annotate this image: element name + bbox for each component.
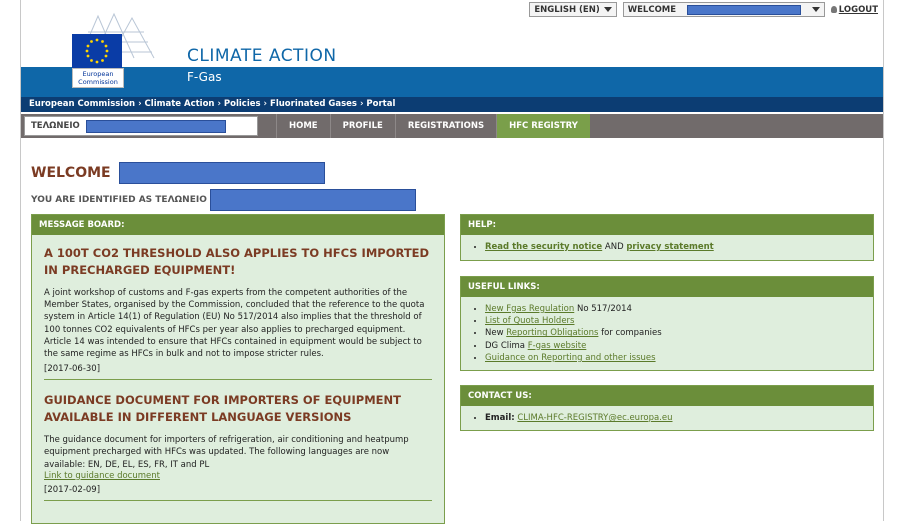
news-title: A 100T CO2 THRESHOLD ALSO APPLIES TO HFC… [44, 246, 430, 277]
reporting-obligations-link[interactable]: Reporting Obligations [506, 328, 598, 338]
user-menu-select[interactable]: WELCOME [622, 2, 825, 17]
chevron-down-icon [603, 7, 612, 12]
breadcrumb-item[interactable]: Climate Action [145, 99, 215, 109]
message-board-title: MESSAGE BOARD: [32, 215, 444, 235]
list-item: Read the security notice AND privacy sta… [485, 241, 861, 253]
eu-flag-icon [72, 34, 122, 68]
ec-logo[interactable]: European Commission [48, 12, 178, 88]
redacted-username [686, 4, 801, 15]
breadcrumb-item[interactable]: European Commission [29, 99, 135, 109]
chevron-down-icon [811, 7, 820, 12]
breadcrumb-item[interactable]: Fluorinated Gases [270, 99, 357, 109]
privacy-statement-link[interactable]: privacy statement [626, 242, 713, 252]
email-label: Email: [485, 413, 515, 423]
logout-link[interactable]: LOGOUT [830, 4, 878, 15]
language-label: ENGLISH (EN) [534, 4, 600, 15]
welcome-heading: WELCOME [31, 162, 325, 184]
message-board: MESSAGE BOARD: A 100T CO2 THRESHOLD ALSO… [31, 214, 445, 524]
contact-email-link[interactable]: CLIMA-HFC-REGISTRY@ec.europa.eu [517, 413, 672, 423]
nav-registrations[interactable]: REGISTRATIONS [394, 114, 496, 138]
site-title: CLIMATE ACTION [187, 46, 337, 66]
user-icon [830, 6, 837, 13]
language-select[interactable]: ENGLISH (EN) [529, 2, 617, 17]
quota-holders-link[interactable]: List of Quota Holders [485, 316, 574, 326]
list-item: New Reporting Obligations for companies [485, 327, 861, 339]
breadcrumb-item[interactable]: Portal [366, 99, 395, 109]
useful-links-panel: USEFUL LINKS: New Fgas Regulation No 517… [460, 276, 874, 371]
user-org-label: ΤΕΛΩΝΕΙΟ [31, 121, 80, 131]
site-subtitle: F-Gas [187, 70, 222, 84]
list-item: Email: CLIMA-HFC-REGISTRY@ec.europa.eu [485, 412, 861, 424]
main-nav: ΤΕΛΩΝΕΙΟ HOME PROFILE REGISTRATIONS HFC … [21, 114, 883, 138]
news-date: [2017-06-30] [44, 364, 432, 381]
redacted-identity [209, 189, 416, 211]
help-panel: HELP: Read the security notice AND priva… [460, 214, 874, 261]
fgas-website-link[interactable]: F-gas website [528, 341, 587, 351]
redacted-org-name [85, 119, 226, 133]
fgas-regulation-link[interactable]: New Fgas Regulation [485, 304, 574, 314]
list-item: New Fgas Regulation No 517/2014 [485, 303, 861, 315]
nav-hfc-registry[interactable]: HFC REGISTRY [496, 114, 590, 138]
useful-links-title: USEFUL LINKS: [461, 277, 873, 297]
utility-bar: ENGLISH (EN) WELCOME LOGOUT [529, 2, 878, 17]
news-text: A joint workshop of customs and F-gas ex… [44, 288, 425, 360]
logo-text: European Commission [72, 68, 124, 88]
security-notice-link[interactable]: Read the security notice [485, 242, 602, 252]
redacted-welcome-name [118, 162, 325, 184]
list-item: List of Quota Holders [485, 315, 861, 327]
nav-profile[interactable]: PROFILE [329, 114, 395, 138]
news-date: [2017-02-09] [44, 485, 432, 501]
list-item: DG Clima F-gas website [485, 340, 861, 352]
user-box: ΤΕΛΩΝΕΙΟ [24, 116, 258, 136]
guidance-reporting-link[interactable]: Guidance on Reporting and other issues [485, 353, 656, 363]
nav-home[interactable]: HOME [276, 114, 330, 138]
news-text: The guidance document for importers of r… [44, 435, 409, 470]
logout-label: LOGOUT [838, 4, 878, 15]
contact-title: CONTACT US: [461, 386, 873, 406]
news-title: GUIDANCE DOCUMENT FOR IMPORTERS OF EQUIP… [44, 393, 401, 425]
page-frame: ENGLISH (EN) WELCOME LOGOUT European Com… [20, 0, 884, 524]
breadcrumb: European Commission › Climate Action › P… [21, 97, 883, 112]
contact-panel: CONTACT US: Email: CLIMA-HFC-REGISTRY@ec… [460, 385, 874, 431]
help-title: HELP: [461, 215, 873, 235]
identified-as: YOU ARE IDENTIFIED AS ΤΕΛΩΝΕΙΟ [31, 189, 416, 211]
guidance-document-link[interactable]: Link to guidance document [44, 471, 432, 481]
breadcrumb-item[interactable]: Policies [224, 99, 261, 109]
welcome-label: WELCOME [627, 4, 677, 15]
list-item: Guidance on Reporting and other issues [485, 352, 861, 364]
